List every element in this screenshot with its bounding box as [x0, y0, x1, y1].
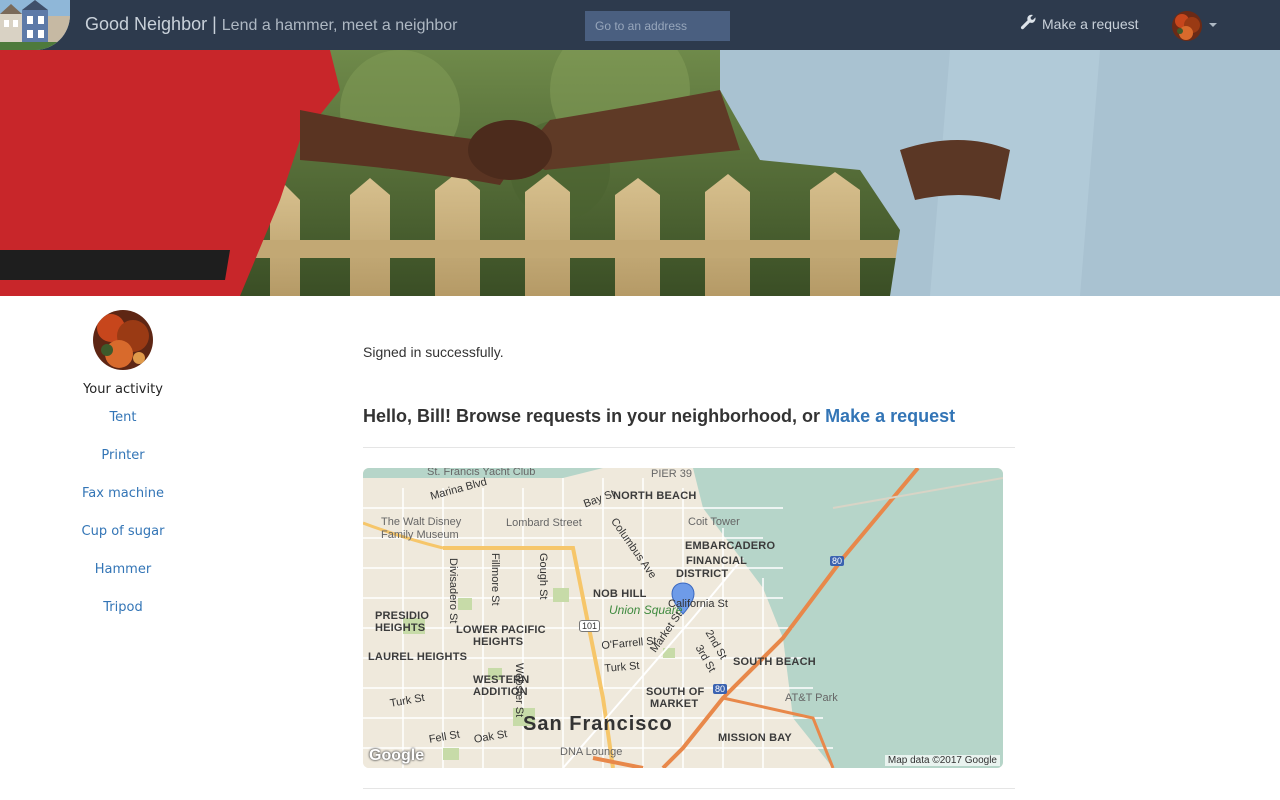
profile-avatar[interactable]	[93, 310, 153, 370]
map-label: NORTH BEACH	[613, 490, 697, 502]
brand-name: Good Neighbor |	[85, 14, 217, 34]
map-label: SOUTH OF	[646, 686, 705, 698]
map-label: San Francisco	[523, 713, 673, 735]
map-label: FINANCIAL	[686, 555, 748, 567]
map-label: LAUREL HEIGHTS	[368, 651, 468, 663]
map-label: EMBARCADERO	[685, 540, 776, 552]
interstate-80-shield: 80	[713, 684, 728, 694]
activity-item-fax-machine[interactable]: Fax machine	[0, 486, 246, 501]
highway-101-shield: 101	[579, 620, 601, 632]
neighborhood-map[interactable]: St. Francis Yacht Club PIER 39 NORTH BEACH…	[363, 468, 1003, 768]
map-label: MISSION BAY	[718, 732, 792, 744]
map-label: Lombard Street	[506, 517, 582, 529]
map-label: HEIGHTS	[375, 622, 426, 634]
map-label: Coit Tower	[688, 516, 740, 528]
map-label: PIER 39	[651, 468, 692, 480]
divider	[363, 447, 1015, 448]
make-request-link[interactable]: Make a request	[825, 406, 955, 426]
activity-item-printer[interactable]: Printer	[0, 448, 246, 463]
activity-item-tent[interactable]: Tent	[0, 410, 246, 425]
hero-handshake-image	[0, 50, 1280, 296]
map-credit[interactable]: Map data ©2017 Google	[884, 755, 1000, 766]
map-label: DNA Lounge	[560, 746, 623, 758]
greeting-heading: Hello, Bill! Browse requests in your nei…	[363, 406, 955, 427]
make-request-nav-button[interactable]: Make a request	[1020, 14, 1139, 34]
your-activity-heading: Your activity	[83, 382, 163, 397]
map-label: SOUTH BEACH	[733, 656, 816, 668]
map-label: The Walt Disney	[381, 516, 462, 528]
wrench-icon	[1020, 14, 1037, 34]
map-label: MARKET	[650, 698, 699, 710]
map-label: Fillmore St	[489, 553, 501, 606]
interstate-80-shield: 80	[830, 556, 845, 566]
brand-tagline: Lend a hammer, meet a neighbor	[221, 17, 458, 34]
map-label: Gough St	[537, 553, 549, 600]
make-request-nav-label: Make a request	[1042, 16, 1139, 32]
map-label: DISTRICT	[676, 568, 729, 580]
map-label: Family Museum	[381, 529, 459, 541]
top-navbar: Good Neighbor | Lend a hammer, meet a ne…	[0, 0, 1280, 50]
map-label: Divisadero St	[447, 558, 459, 624]
divider	[363, 788, 1015, 789]
brand[interactable]: Good Neighbor | Lend a hammer, meet a ne…	[85, 14, 457, 35]
user-avatar[interactable]	[1172, 11, 1202, 41]
map-label: LOWER PACIFIC	[456, 624, 546, 636]
google-logo[interactable]: Google	[369, 747, 424, 765]
chevron-down-icon[interactable]	[1209, 23, 1217, 27]
logo-house-image[interactable]	[0, 0, 70, 50]
flash-message: Signed in successfully.	[363, 344, 504, 360]
map-label: AT&T Park	[785, 692, 838, 704]
activity-item-tripod[interactable]: Tripod	[0, 600, 246, 615]
map-label: PRESIDIO	[375, 610, 430, 622]
map-label: HEIGHTS	[473, 636, 524, 648]
activity-item-hammer[interactable]: Hammer	[0, 562, 246, 577]
map-label: NOB HILL	[593, 588, 647, 600]
greeting-text: Hello, Bill! Browse requests in your nei…	[363, 406, 821, 426]
activity-item-cup-of-sugar[interactable]: Cup of sugar	[0, 524, 246, 539]
map-label: ADDITION	[473, 686, 528, 698]
map-label: WESTERN	[473, 674, 530, 686]
address-search-input[interactable]	[585, 11, 730, 41]
